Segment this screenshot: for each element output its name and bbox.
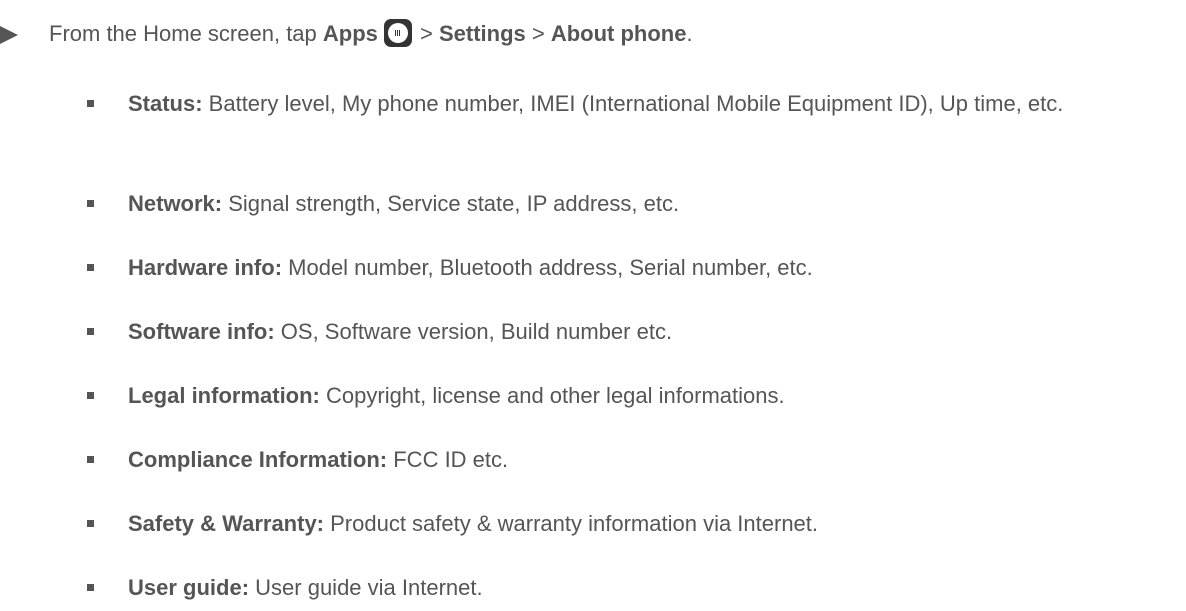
step-prefix: From the Home screen, tap	[49, 21, 323, 46]
bullet-icon	[87, 264, 94, 271]
item-label: Safety & Warranty:	[128, 511, 325, 536]
separator: >	[525, 21, 551, 46]
item-label: Software info:	[128, 319, 275, 344]
list-item-text: Compliance Information: FCC ID etc.	[128, 445, 1178, 475]
item-description: Copyright, license and other legal infor…	[319, 383, 785, 408]
bullet-icon	[87, 520, 94, 527]
item-description: Battery level, My phone number, IMEI (In…	[202, 91, 1064, 116]
list-item-text: Software info: OS, Software version, Bui…	[128, 317, 1178, 347]
item-label: Network:	[128, 191, 223, 216]
item-description: Model number, Bluetooth address, Serial …	[282, 255, 813, 280]
separator: >	[413, 21, 439, 46]
list-item-text: Status: Battery level, My phone number, …	[128, 89, 1178, 119]
bullet-icon	[87, 392, 94, 399]
bullet-icon	[87, 456, 94, 463]
list-item-text: Hardware info: Model number, Bluetooth a…	[128, 253, 1178, 283]
item-description: Signal strength, Service state, IP addre…	[222, 191, 680, 216]
apps-label: Apps	[322, 21, 378, 46]
step-text: From the Home screen, tap Apps > Setting…	[49, 19, 693, 49]
item-description: OS, Software version, Build number etc.	[274, 319, 673, 344]
item-label: User guide:	[128, 575, 250, 600]
item-label: Legal information:	[128, 383, 320, 408]
about-phone-label: About phone	[550, 21, 687, 46]
list-item-text: Network: Signal strength, Service state,…	[128, 189, 1178, 219]
item-label: Compliance Information:	[128, 447, 388, 472]
item-description: User guide via Internet.	[249, 575, 483, 600]
triangle-right-icon	[0, 26, 18, 44]
instruction-step: From the Home screen, tap Apps > Setting…	[0, 17, 1186, 51]
settings-label: Settings	[438, 21, 526, 46]
step-period: .	[686, 21, 693, 46]
bullet-icon	[87, 200, 94, 207]
list-item-text: Legal information: Copyright, license an…	[128, 381, 1178, 411]
bullet-icon	[87, 100, 94, 107]
list-item-text: Safety & Warranty: Product safety & warr…	[128, 509, 1178, 539]
apps-grid-icon	[383, 19, 412, 47]
list-item-text: User guide: User guide via Internet.	[128, 573, 1178, 603]
bullet-icon	[87, 328, 94, 335]
item-description: FCC ID etc.	[387, 447, 509, 472]
item-label: Hardware info:	[128, 255, 283, 280]
item-label: Status:	[128, 91, 203, 116]
item-description: Product safety & warranty information vi…	[324, 511, 819, 536]
bullet-icon	[87, 584, 94, 591]
